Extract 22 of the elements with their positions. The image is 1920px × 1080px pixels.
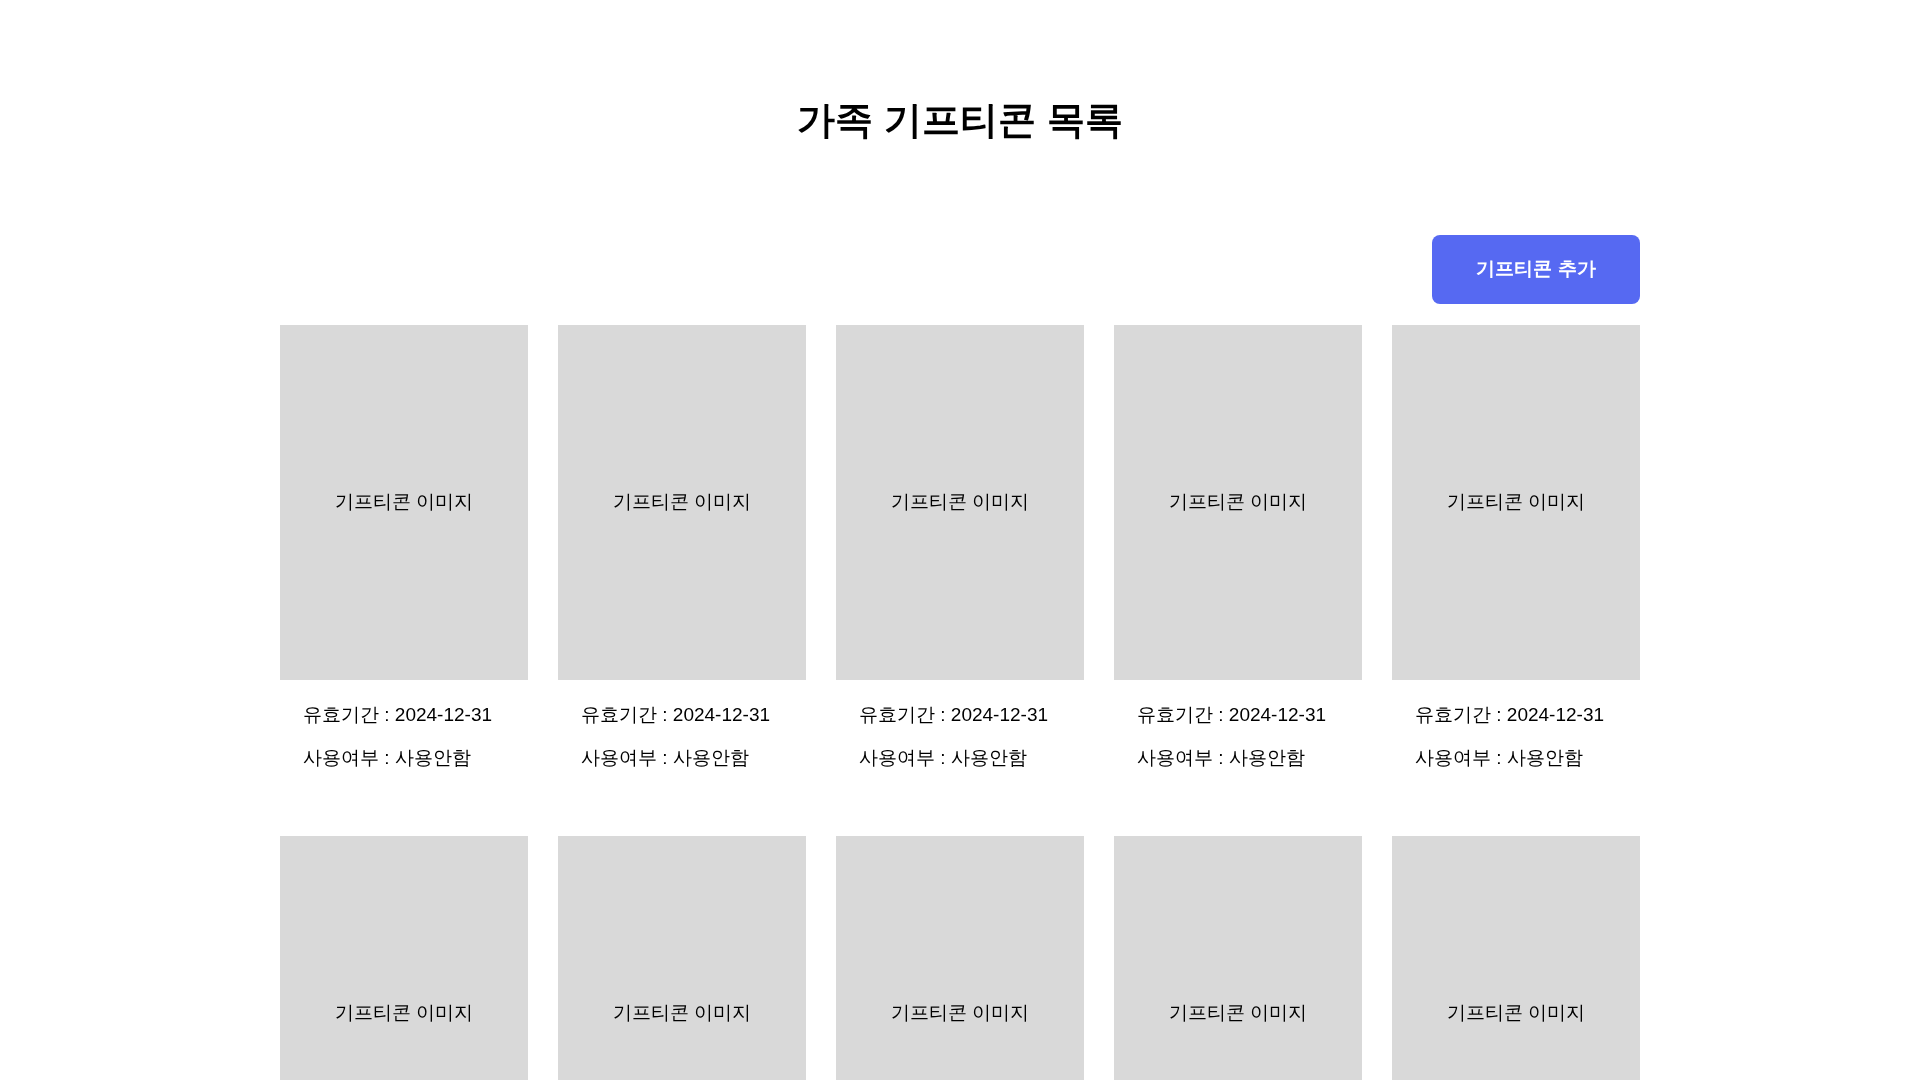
expiry-date-text: 유효기간 : 2024-12-31 <box>859 703 1049 727</box>
gifticon-image: 기프티콘 이미지 <box>1114 325 1362 680</box>
gifticon-image: 기프티콘 이미지 <box>1114 836 1362 1080</box>
gifticon-image: 기프티콘 이미지 <box>836 836 1084 1080</box>
add-gifticon-button[interactable]: 기프티콘 추가 <box>1432 235 1640 304</box>
usage-status-text: 사용여부 : 사용안함 <box>1137 746 1305 770</box>
gifticon-image: 기프티콘 이미지 <box>280 325 528 680</box>
usage-status-text: 사용여부 : 사용안함 <box>859 746 1027 770</box>
expiry-date-text: 유효기간 : 2024-12-31 <box>1415 703 1605 727</box>
expiry-date-text: 유효기간 : 2024-12-31 <box>581 703 771 727</box>
usage-status-text: 사용여부 : 사용안함 <box>581 746 749 770</box>
gifticon-image: 기프티콘 이미지 <box>1392 325 1640 680</box>
page-title: 가족 기프티콘 목록 <box>797 98 1123 143</box>
expiry-date-text: 유효기간 : 2024-12-31 <box>303 703 493 727</box>
usage-status-text: 사용여부 : 사용안함 <box>1415 746 1583 770</box>
gifticon-image: 기프티콘 이미지 <box>280 836 528 1080</box>
gifticon-image: 기프티콘 이미지 <box>558 325 806 680</box>
gifticon-image: 기프티콘 이미지 <box>558 836 806 1080</box>
gifticon-image: 기프티콘 이미지 <box>836 325 1084 680</box>
gifticon-image: 기프티콘 이미지 <box>1392 836 1640 1080</box>
expiry-date-text: 유효기간 : 2024-12-31 <box>1137 703 1327 727</box>
usage-status-text: 사용여부 : 사용안함 <box>303 746 471 770</box>
